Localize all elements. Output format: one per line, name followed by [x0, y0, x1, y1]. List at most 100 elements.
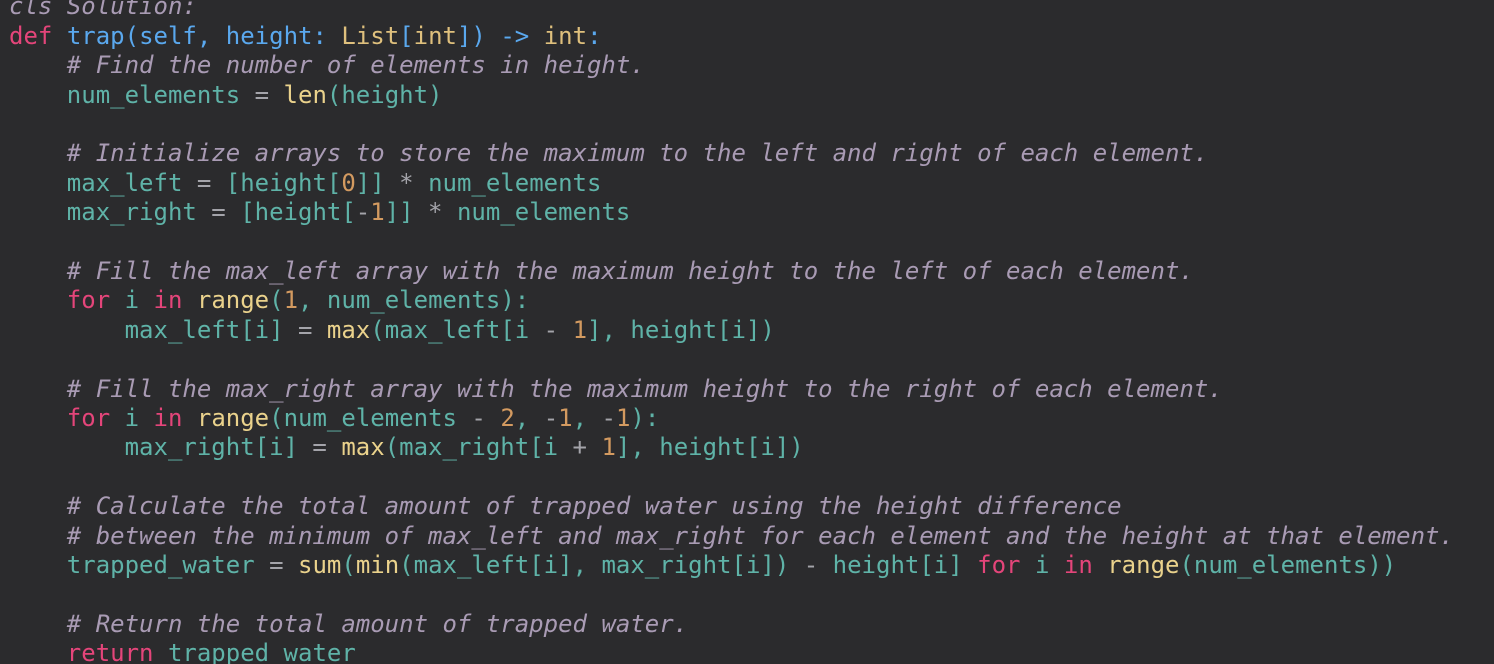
code-token-builtin: range	[196, 404, 270, 432]
code-token-operator: =	[297, 433, 342, 462]
code-line: # between the minimum of max_left and ma…	[9, 522, 1454, 551]
code-token-identifier: [height[	[240, 198, 356, 227]
code-token-operator: =	[240, 80, 284, 109]
code-token-type: int	[543, 21, 588, 50]
code-token-number: 1	[615, 404, 631, 432]
code-line: max_left[i] = max(max_left[i - 1], heigh…	[9, 316, 775, 345]
code-token-keyword: for	[977, 551, 1021, 579]
code-line: # Find the number of elements in height.	[9, 51, 645, 80]
code-token-number: 1	[558, 404, 573, 432]
code-token-keyword: for	[66, 404, 111, 432]
code-token-identifier: max_left[i]	[124, 315, 284, 344]
code-token-operator: *	[384, 168, 429, 197]
code-token-builtin: range	[1107, 551, 1180, 579]
code-token-identifier: ,	[514, 404, 544, 432]
code-token-param: height	[225, 21, 313, 50]
code-token-identifier: (height)	[326, 80, 443, 109]
code-token-identifier: i	[110, 286, 154, 315]
code-token-number: 1	[370, 198, 385, 227]
code-line: def trap(self, height: List[int]) -> int…	[9, 22, 602, 51]
code-token-identifier: [height[	[225, 168, 342, 197]
code-token-identifier: (max_right[i	[384, 433, 573, 462]
code-token-comment: # Find the number of elements in height.	[66, 51, 645, 80]
code-token-number: 1	[572, 315, 588, 344]
code-token-identifier: (	[341, 551, 356, 579]
code-line: # Fill the max_left array with the maxim…	[9, 257, 1194, 286]
code-token-identifier: (num_elements	[269, 404, 472, 432]
code-token-comment: # Fill the max_right array with the maxi…	[66, 374, 1223, 403]
code-token-identifier: ]]	[355, 168, 385, 197]
code-token-operator: -	[543, 404, 559, 432]
code-token-comment: # Initialize arrays to store the maximum…	[66, 139, 1209, 168]
code-token-identifier: (	[269, 286, 284, 315]
code-token-keyword: in	[1063, 551, 1093, 579]
code-token-identifier: (max_left[i	[370, 315, 544, 344]
code-token-identifier: trapped_water	[66, 551, 255, 579]
code-token-function: (	[124, 21, 140, 50]
code-token-identifier: ,	[572, 404, 602, 432]
code-token-function: :	[587, 21, 602, 50]
code-token-number: 2	[500, 404, 515, 432]
code-line: # Fill the max_right array with the maxi…	[9, 375, 1223, 404]
code-token-identifier: ]]	[384, 198, 414, 227]
code-line: num_elements = len(height)	[9, 81, 443, 110]
code-token-identifier: (max_left[i], max_right[i])	[399, 551, 804, 579]
code-line: return trapped_water	[9, 639, 356, 664]
code-line: cls Solution:	[9, 0, 197, 22]
code-token-identifier: max_right	[66, 198, 197, 227]
code-token-operator: =	[182, 168, 226, 197]
code-token-builtin: max	[326, 315, 371, 344]
code-token-identifier: ], height[i])	[615, 433, 804, 462]
code-line: max_left = [height[0]] * num_elements	[9, 168, 602, 198]
code-token-number: 1	[601, 433, 616, 462]
code-token-operator: =	[254, 551, 298, 579]
code-line: for i in range(1, num_elements):	[9, 286, 529, 315]
code-token-number: 0	[341, 168, 356, 197]
code-token-comment: # between the minimum of max_left and ma…	[66, 521, 1454, 550]
code-token-operator: -	[803, 551, 819, 579]
code-token-keyword: return	[66, 639, 154, 664]
code-token-operator: =	[283, 315, 327, 344]
code-token-identifier: num_elements	[456, 198, 631, 227]
code-token-operator: -	[355, 198, 371, 227]
code-token-function: ])	[456, 21, 501, 50]
code-line: # Return the total amount of trapped wat…	[9, 610, 688, 639]
code-line: max_right = [height[-1]] * num_elements	[9, 198, 631, 227]
code-token-operator: -	[471, 404, 486, 432]
code-token-function: :	[312, 21, 342, 50]
code-editor[interactable]: cls Solution: def trap(self, height: List…	[0, 0, 1494, 664]
code-token-type: List	[341, 21, 400, 50]
code-token-type: int	[413, 21, 457, 50]
code-line: # Initialize arrays to store the maximum…	[9, 139, 1209, 168]
code-token-operator: +	[572, 433, 587, 462]
code-token-number: 1	[283, 286, 299, 315]
code-token-builtin: sum	[298, 551, 342, 579]
code-token-identifier: num_elements	[66, 80, 241, 109]
code-token-builtin: max	[341, 433, 385, 462]
code-token-operator: -	[601, 404, 616, 432]
code-token-identifier: , num_elements):	[298, 286, 530, 315]
code-token-identifier: ):	[630, 404, 660, 432]
code-token-comment: # Fill the max_left array with the maxim…	[66, 257, 1194, 285]
code-line: max_right[i] = max(max_right[i + 1], hei…	[9, 433, 804, 462]
code-token-keyword: in	[153, 404, 183, 432]
code-token-identifier: ], height[i])	[587, 315, 775, 344]
code-token-builtin: range	[196, 286, 270, 315]
